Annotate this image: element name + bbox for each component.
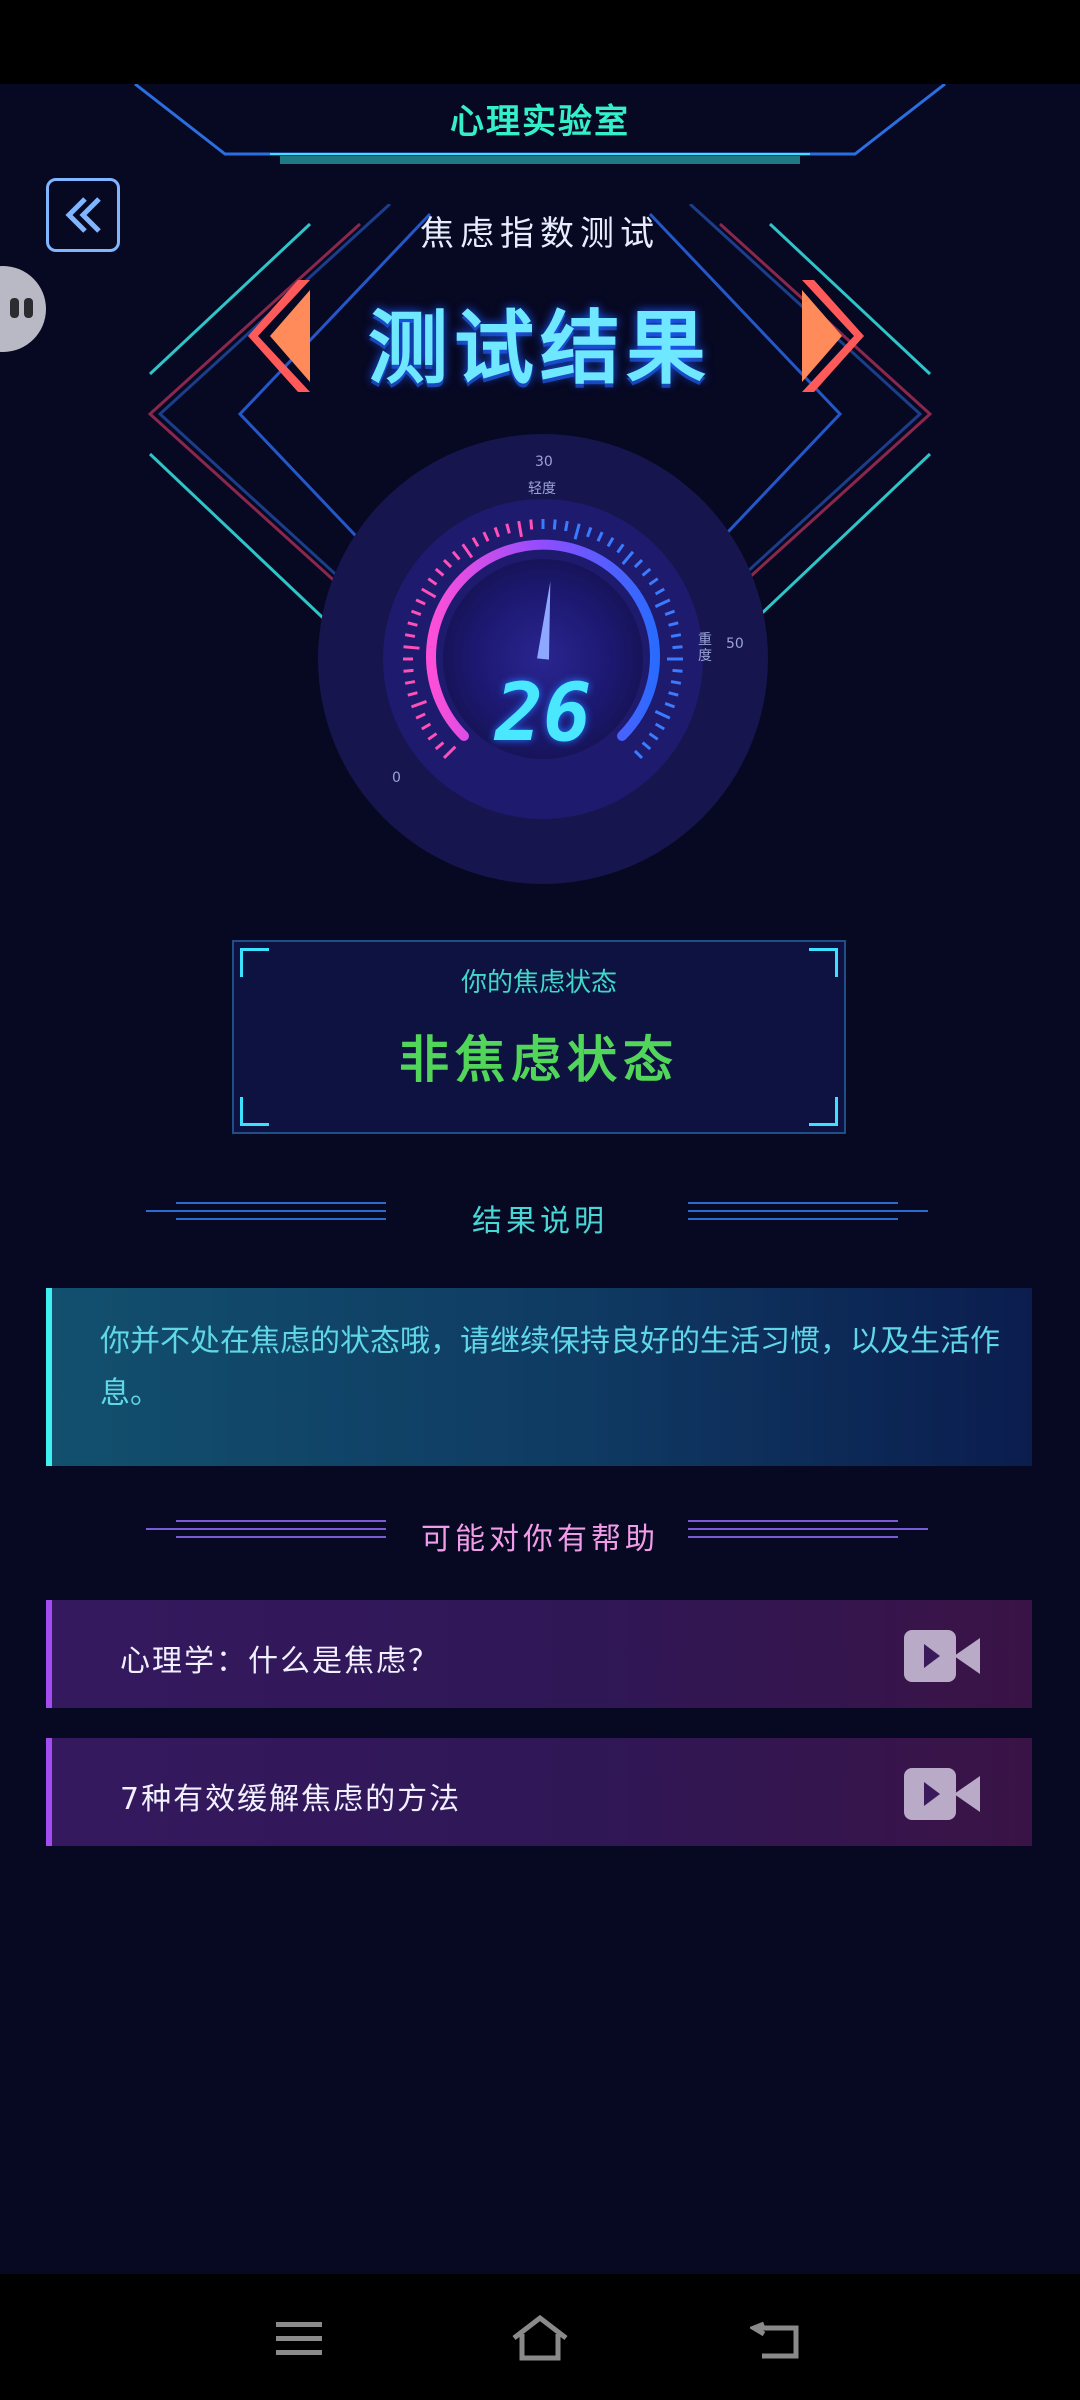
result-description-card: 你并不处在焦虑的状态哦，请继续保持良好的生活习惯，以及生活作息。 <box>46 1288 1032 1466</box>
help-item-label: 心理学：什么是焦虑？ <box>120 1644 440 1679</box>
status-bar <box>0 0 1080 84</box>
lab-title: 心理实验室 <box>450 102 630 142</box>
status-value: 非焦虑状态 <box>399 1031 679 1089</box>
back-arrow-icon[interactable] <box>750 2314 810 2364</box>
gauge-tick <box>529 519 534 530</box>
video-camera-icon[interactable] <box>904 1630 980 1682</box>
gauge-label-right-number: 50 <box>726 636 744 652</box>
status-label: 你的焦虑状态 <box>460 968 617 998</box>
help-section-header: 可能对你有帮助 <box>0 1514 1080 1557</box>
gauge-tick <box>404 633 416 638</box>
result-title: 测试结果 <box>368 302 712 395</box>
gauge-tick <box>672 645 683 650</box>
gauge-tick <box>670 633 682 638</box>
gauge-label-top-number: 30 <box>535 454 553 470</box>
help-item-label: 7种有效缓解焦虑的方法 <box>120 1782 462 1817</box>
help-item-relief-methods[interactable]: 7种有效缓解焦虑的方法 <box>46 1738 1032 1846</box>
result-section-header: 结果说明 <box>0 1196 1080 1239</box>
gauge-tick <box>564 520 569 532</box>
result-description-text: 你并不处在焦虑的状态哦，请继续保持良好的生活习惯，以及生活作息。 <box>100 1324 1000 1411</box>
help-item-what-is-anxiety[interactable]: 心理学：什么是焦虑？ <box>46 1600 1032 1708</box>
gauge-tick <box>552 519 557 530</box>
gauge-label-left-number: 0 <box>392 770 401 786</box>
anxiety-status-box: 你的焦虑状态 非焦虑状态 <box>232 940 846 1134</box>
result-page: 心理实验室 焦虑指数测试 测试结果 30 轻度 50 重度 0 26 你的焦虑状… <box>0 84 1080 2274</box>
home-icon[interactable] <box>510 2314 570 2364</box>
gauge-label-top: 轻度 <box>528 481 556 497</box>
test-name: 焦虑指数测试 <box>420 214 660 254</box>
gauge-score: 26 <box>494 666 592 759</box>
gauge-tick <box>403 645 420 650</box>
video-camera-icon[interactable] <box>904 1768 980 1820</box>
system-navigation-bar <box>0 2274 1080 2400</box>
menu-icon[interactable] <box>270 2314 330 2364</box>
gauge-label-right: 重度 <box>698 632 712 664</box>
